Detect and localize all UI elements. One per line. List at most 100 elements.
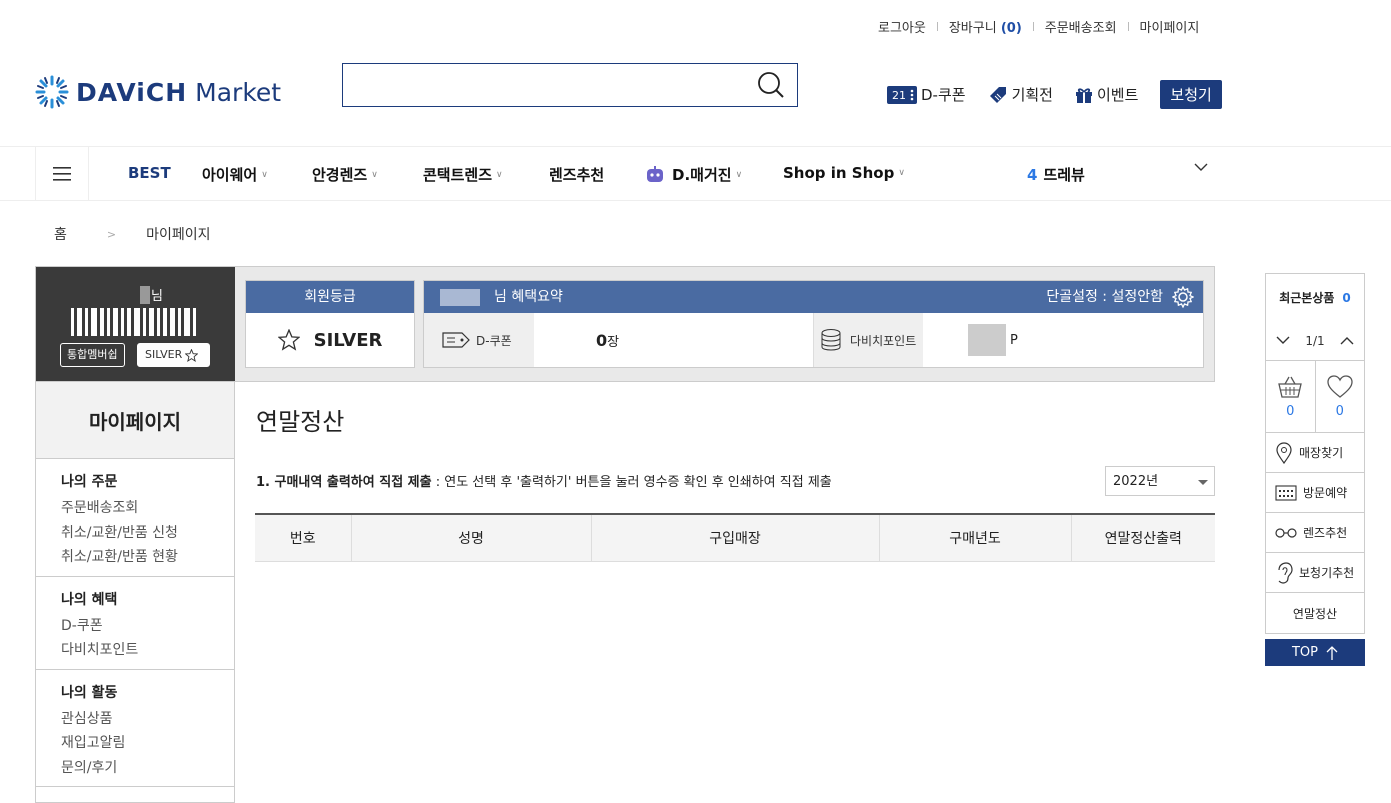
barcode-bar (107, 308, 110, 336)
barcode-bar (193, 308, 196, 336)
breadcrumb-current: 마이페이지 (146, 227, 211, 243)
ear-icon (1278, 561, 1293, 584)
rail-lens-rec[interactable]: 렌즈추천 (1266, 513, 1364, 553)
sidebar-item-wishlist[interactable]: 관심상품 (61, 707, 234, 732)
year-select[interactable]: 2022년 (1105, 466, 1215, 496)
special-label: 기획전 (1011, 86, 1053, 104)
sidebar-item-cancel-request[interactable]: 취소/교환/반품 신청 (61, 521, 234, 546)
mypage-link[interactable]: 마이페이지 (1140, 17, 1200, 36)
recent-products[interactable]: 최근본상품 0 (1266, 274, 1364, 321)
rail-cart[interactable]: 0 (1266, 361, 1316, 432)
event-label: 이벤트 (1096, 86, 1139, 104)
barcode-bar (100, 308, 104, 336)
grade-body: SILVER (246, 313, 414, 367)
col-number: 번호 (255, 514, 351, 562)
benefit-title: 님 혜택요약 (494, 289, 563, 305)
gift-icon (1075, 87, 1092, 103)
coupon-badge: 21 (892, 89, 906, 102)
rail-wish-count: 0 (1335, 403, 1344, 419)
rail-store-find[interactable]: 매장찾기 (1266, 433, 1364, 473)
nav-magazine[interactable]: D.매거진 ∨ (646, 164, 742, 185)
rail-year-end[interactable]: 연말정산 (1266, 593, 1364, 633)
page-title: 연말정산 (256, 408, 345, 436)
cart-link[interactable]: 장바구니 (0) (949, 17, 1022, 36)
logout-link[interactable]: 로그아웃 (878, 17, 926, 36)
top-button[interactable]: TOP (1265, 639, 1365, 666)
top-button-label: TOP (1291, 645, 1318, 660)
nav-glasses-lens[interactable]: 안경렌즈 ∨ (312, 164, 378, 185)
nav-contact-lens-label: 콘택트렌즈 (423, 166, 493, 184)
nav-best[interactable]: BEST (128, 164, 171, 182)
breadcrumb-home[interactable]: 홈 (54, 224, 67, 244)
event-link[interactable]: 이벤트 (1075, 84, 1138, 105)
sidebar-group-activity: 나의 활동 관심상품 재입고알림 문의/후기 (36, 670, 234, 787)
nav-contact-lens[interactable]: 콘택트렌즈 ∨ (423, 164, 503, 185)
rail-hearing-rec[interactable]: 보청기추천 (1266, 553, 1364, 593)
caret-down-icon (1198, 480, 1208, 485)
basket-icon (1278, 376, 1303, 398)
point-value[interactable]: P (968, 313, 1018, 367)
rail-visit[interactable]: 방문예약 (1266, 473, 1364, 513)
masked-name (140, 285, 150, 304)
coupon-value[interactable]: 0장 (596, 313, 619, 367)
divider (1032, 22, 1034, 31)
star-outline-icon (277, 329, 300, 351)
quick-menu: 21 D-쿠폰 기획전 이벤트 보청기 (887, 80, 1222, 109)
barcode-bar (113, 308, 118, 336)
barcode-bar (127, 308, 131, 336)
nav-eyewear[interactable]: 아이웨어 ∨ (202, 164, 268, 185)
member-name: 님 (140, 285, 163, 304)
main-nav: BEST 아이웨어 ∨ 안경렌즈 ∨ 콘택트렌즈 ∨ 렌즈추천 D.매거진 ∨ Shop… (0, 146, 1391, 201)
barcode-bar (134, 308, 140, 336)
search-icon[interactable] (757, 71, 785, 99)
integrated-membership-button[interactable]: 통합멤버쉽 (60, 343, 125, 367)
nav-lens-rec[interactable]: 렌즈추천 (549, 164, 604, 185)
barcode-bar (85, 308, 88, 336)
sidebar-item-point[interactable]: 다비치포인트 (61, 638, 234, 663)
name-suffix: 님 (151, 289, 163, 304)
chevron-up-icon[interactable] (1340, 336, 1354, 345)
nav-review-ticker[interactable]: 4 뜨레뷰 (1027, 164, 1085, 185)
notice-rest: : 연도 선택 후 '출력하기' 버튼을 눌러 영수증 확인 후 인쇄하여 직접… (431, 475, 832, 490)
sidebar-group-benefits: 나의 혜택 D-쿠폰 다비치포인트 (36, 577, 234, 670)
sidebar-item-cancel-status[interactable]: 취소/교환/반품 현황 (61, 545, 234, 570)
coupon-icon: 21 (887, 85, 917, 104)
site-logo[interactable]: DAViCH Market (34, 74, 281, 110)
rail-store-find-label: 매장찾기 (1299, 446, 1344, 460)
review-expand-icon[interactable] (1194, 163, 1208, 172)
grade-value: SILVER (313, 329, 383, 351)
point-unit: P (1010, 332, 1018, 348)
sidebar-item-coupon[interactable]: D-쿠폰 (61, 614, 234, 639)
rail-wishlist[interactable]: 0 (1316, 361, 1365, 432)
hamburger-menu-icon[interactable] (35, 147, 89, 200)
chevron-down-icon[interactable] (1276, 336, 1290, 345)
nav-shop-in-shop[interactable]: Shop in Shop ∨ (783, 164, 905, 182)
gear-icon[interactable] (1172, 286, 1194, 308)
hearing-aid-button[interactable]: 보청기 (1160, 80, 1222, 109)
cart-count: (0) (1000, 21, 1022, 36)
sidebar-item-order-track[interactable]: 주문배송조회 (61, 496, 234, 521)
point-label-cell: 다비치포인트 (813, 313, 923, 367)
logo-burst-icon (35, 75, 69, 109)
breadcrumb: 홈 > 마이페이지 (54, 224, 211, 244)
grade-box: 회원등급 SILVER (245, 280, 415, 368)
sidebar-item-inquiry[interactable]: 문의/후기 (61, 756, 234, 781)
special-link[interactable]: 기획전 (988, 84, 1053, 105)
recent-label: 최근본상품 (1279, 291, 1335, 305)
search-bar (342, 63, 798, 107)
barcode-bar (121, 308, 124, 336)
sidebar-title: 마이페이지 (36, 382, 234, 459)
grade-button[interactable]: SILVER (137, 343, 210, 367)
nav-glasses-lens-label: 안경렌즈 (312, 166, 368, 184)
barcode-bar (163, 308, 167, 336)
coupon-link[interactable]: 21 D-쿠폰 (887, 84, 966, 105)
barcode-bar (77, 308, 82, 336)
order-track-link[interactable]: 주문배송조회 (1045, 17, 1117, 36)
sidebar-item-restock[interactable]: 재입고알림 (61, 731, 234, 756)
mypage-sidebar: 마이페이지 나의 주문 주문배송조회 취소/교환/반품 신청 취소/교환/반품 … (35, 382, 235, 803)
year-end-table: 번호 성명 구입매장 구매년도 연말정산출력 (255, 513, 1215, 562)
arrow-up-icon (1326, 645, 1338, 660)
search-input[interactable] (343, 64, 743, 106)
barcode-bar (149, 308, 154, 336)
chevron-down-icon: ∨ (496, 169, 503, 180)
